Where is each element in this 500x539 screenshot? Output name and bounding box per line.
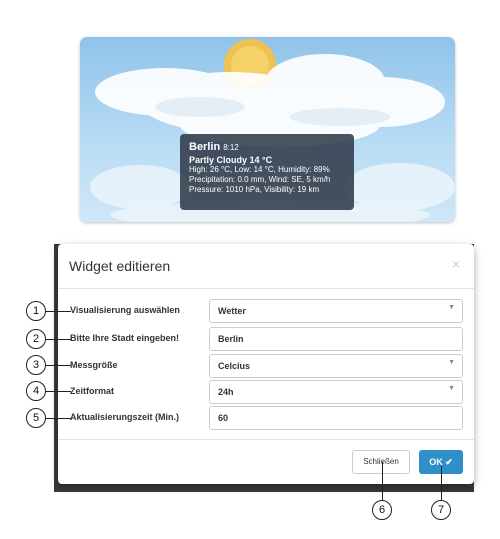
timeformat-label: Zeitformat xyxy=(70,386,115,396)
weather-city: Berlin xyxy=(189,141,221,153)
modal-footer xyxy=(58,439,474,484)
close-icon[interactable]: × xyxy=(452,256,460,272)
form-row-timeformat: Zeitformat 24h ▼ xyxy=(58,380,474,404)
callout-leader xyxy=(45,391,71,392)
weather-details-line: Precipitation: 0.0 mm, Wind: SE, 5 km/h xyxy=(189,175,331,184)
callout-leader xyxy=(441,466,442,502)
refresh-label: Aktualisierungszeit (Min.) xyxy=(70,412,180,422)
form-row-unit: Messgröße Celcius ▼ xyxy=(58,354,474,378)
caret-down-icon: ▼ xyxy=(448,359,455,366)
close-button[interactable]: Schließen xyxy=(352,450,410,474)
visualization-select[interactable]: Wetter ▼ xyxy=(209,299,463,323)
caret-down-icon: ▼ xyxy=(448,304,455,311)
form-row-visualization: Visualisierung auswählen Wetter ▼ xyxy=(58,299,474,323)
callout-leader xyxy=(45,418,71,419)
check-icon: ✔ xyxy=(445,457,453,467)
callout-3: 3 xyxy=(26,355,46,375)
callout-7: 7 xyxy=(431,500,451,520)
city-label: Bitte Ihre Stadt eingeben! xyxy=(70,333,180,343)
edit-widget-modal: Widget editieren × Visualisierung auswäh… xyxy=(58,244,474,484)
modal-header: Widget editieren × xyxy=(58,244,474,289)
refresh-input[interactable]: 60 xyxy=(209,406,463,430)
weather-info-panel: Berlin 8:12 Partly Cloudy 14 °C High: 26 … xyxy=(180,134,354,210)
weather-time: 8:12 xyxy=(223,143,239,152)
city-input[interactable]: Berlin xyxy=(209,327,463,351)
weather-condition: Partly Cloudy 14 °C xyxy=(189,155,273,165)
callout-5: 5 xyxy=(26,408,46,428)
callout-leader xyxy=(45,311,71,312)
visualization-label: Visualisierung auswählen xyxy=(70,305,180,315)
callout-6: 6 xyxy=(372,500,392,520)
callout-leader xyxy=(45,339,71,340)
weather-details-line: Pressure: 1010 hPa, Visibility: 19 km xyxy=(189,185,320,194)
weather-details-line: High: 26 °C, Low: 14 °C, Humidity: 89% xyxy=(189,165,330,174)
callout-leader xyxy=(45,365,71,366)
callout-1: 1 xyxy=(26,301,46,321)
unit-label: Messgröße xyxy=(70,360,118,370)
callout-2: 2 xyxy=(26,329,46,349)
modal-title: Widget editieren xyxy=(69,258,171,274)
callout-4: 4 xyxy=(26,381,46,401)
weather-widget: Berlin 8:12 Partly Cloudy 14 °C High: 26 … xyxy=(80,37,455,222)
form-row-city: Bitte Ihre Stadt eingeben! Berlin xyxy=(58,327,474,351)
caret-down-icon: ▼ xyxy=(448,385,455,392)
form-row-refresh: Aktualisierungszeit (Min.) 60 xyxy=(58,406,474,430)
timeformat-select[interactable]: 24h ▼ xyxy=(209,380,463,404)
callout-leader xyxy=(382,462,383,502)
unit-select[interactable]: Celcius ▼ xyxy=(209,354,463,378)
